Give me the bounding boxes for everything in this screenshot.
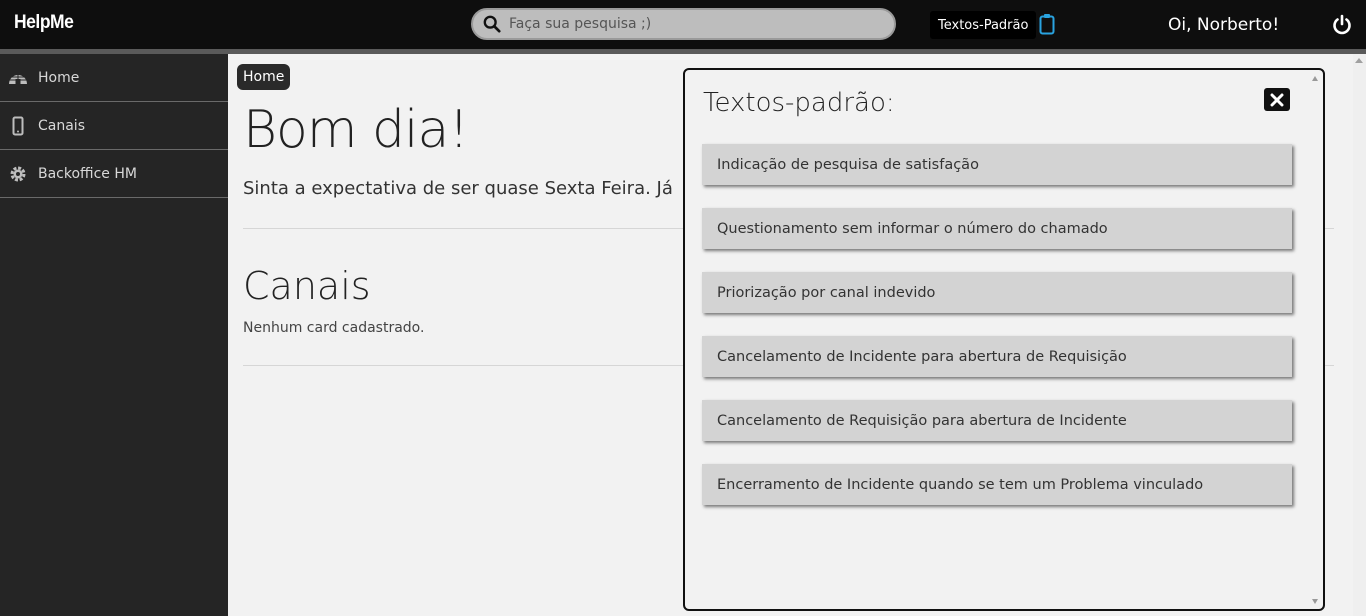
section-title: Canais xyxy=(243,264,371,308)
close-icon xyxy=(1270,93,1284,106)
scroll-up-arrow[interactable] xyxy=(1355,58,1363,63)
textos-padrao-button[interactable]: Textos-Padrão xyxy=(930,11,1037,39)
user-greeting[interactable]: Oi, Norberto! xyxy=(1168,15,1279,35)
top-bar: HelpMe Textos-Padrão Oi, Norberto! xyxy=(0,0,1366,49)
texto-padrao-item[interactable]: Questionamento sem informar o número do … xyxy=(702,208,1292,249)
sidebar: Home Canais Backoffice HM xyxy=(0,54,228,616)
modal-scroll-up-arrow[interactable] xyxy=(1312,76,1318,81)
gear-icon xyxy=(10,166,26,181)
texto-padrao-item[interactable]: Indicação de pesquisa de satisfação xyxy=(702,144,1292,185)
breadcrumb[interactable]: Home xyxy=(237,64,291,90)
sidebar-item-label: Home xyxy=(38,69,80,86)
search-input[interactable] xyxy=(509,16,869,32)
sidebar-item-label: Canais xyxy=(38,117,85,134)
texto-padrao-item[interactable]: Cancelamento de Requisição para abertura… xyxy=(702,400,1292,441)
sidebar-item-label: Backoffice HM xyxy=(38,165,137,182)
sidebar-item-canais[interactable]: Canais xyxy=(0,102,228,150)
page-scrollbar[interactable] xyxy=(1353,54,1366,616)
texto-padrao-item[interactable]: Encerramento de Incidente quando se tem … xyxy=(702,464,1292,505)
empty-message: Nenhum card cadastrado. xyxy=(243,320,425,336)
texto-padrao-item[interactable]: Cancelamento de Incidente para abertura … xyxy=(702,336,1292,377)
search-box[interactable] xyxy=(471,8,896,40)
modal-title: Textos-padrão: xyxy=(703,88,895,118)
igloo-icon xyxy=(9,74,27,84)
textos-padrao-list: Indicação de pesquisa de satisfação Ques… xyxy=(702,144,1292,528)
page-title: Bom dia! xyxy=(243,100,469,160)
texto-padrao-item[interactable]: Priorização por canal indevido xyxy=(702,272,1292,313)
sidebar-item-backoffice[interactable]: Backoffice HM xyxy=(0,150,228,198)
clipboard-icon[interactable] xyxy=(1039,13,1055,35)
close-button[interactable] xyxy=(1264,88,1290,111)
modal-scroll-down-arrow[interactable] xyxy=(1312,599,1318,604)
textos-padrao-modal: Textos-padrão: Indicação de pesquisa de … xyxy=(683,68,1325,611)
mobile-icon xyxy=(12,116,24,135)
sidebar-item-home[interactable]: Home xyxy=(0,54,228,102)
search-icon xyxy=(483,15,501,33)
power-icon[interactable] xyxy=(1331,14,1353,36)
greeting-subtitle: Sinta a expectativa de ser quase Sexta F… xyxy=(243,178,673,199)
app-logo[interactable]: HelpMe xyxy=(14,12,74,34)
